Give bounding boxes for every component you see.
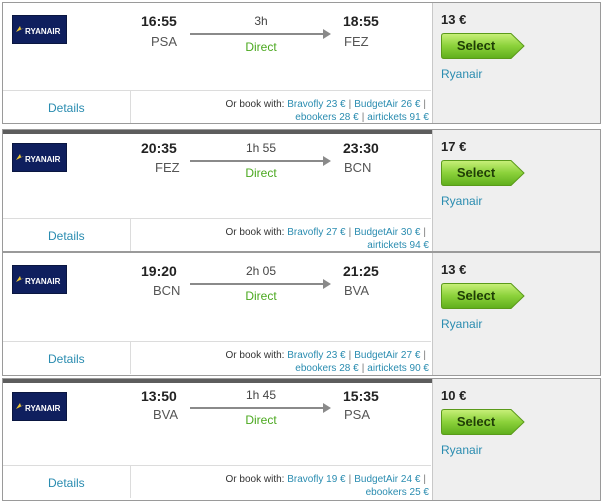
price-panel: 17 € Select Ryanair bbox=[432, 130, 600, 251]
select-button-label: Select bbox=[456, 38, 496, 53]
svg-text:RYANAIR: RYANAIR bbox=[25, 277, 61, 286]
other-booking-options: Or book with: Bravofly 27 € | BudgetAir 30… bbox=[225, 227, 429, 251]
flight-duration: 3h bbox=[254, 14, 268, 28]
flight-result-card: RYANAIR 20:35 FEZ 1h 55 Direct 23:30 BCN… bbox=[2, 129, 601, 252]
flight-result-card: RYANAIR 19:20 BCN 2h 05 Direct 21:25 BVA… bbox=[2, 252, 601, 376]
arrival-airport-code: PSA bbox=[344, 407, 371, 422]
ebookers-link[interactable]: ebookers 25 € bbox=[366, 487, 429, 498]
bravofly-link[interactable]: Bravofly 27 € bbox=[287, 227, 345, 238]
airtickets-link[interactable]: airtickets 94 € bbox=[367, 240, 429, 251]
svg-text:RYANAIR: RYANAIR bbox=[25, 404, 61, 413]
departure-airport-code: PSA bbox=[151, 34, 178, 49]
flight-duration: 1h 55 bbox=[245, 141, 277, 155]
select-button-label: Select bbox=[456, 165, 496, 180]
details-link[interactable]: Details bbox=[48, 229, 85, 243]
departure-airport-code: BCN bbox=[153, 283, 181, 298]
budgetair-link[interactable]: BudgetAir 26 € bbox=[354, 99, 420, 110]
other-booking-options: Or book with: Bravofly 23 € | BudgetAir 27… bbox=[225, 350, 429, 374]
arrival-airport-code: BVA bbox=[344, 283, 370, 298]
select-button-label: Select bbox=[456, 414, 496, 429]
other-booking-options: Or book with: Bravofly 23 € | BudgetAir 26… bbox=[225, 99, 429, 123]
bravofly-link[interactable]: Bravofly 23 € bbox=[287, 99, 345, 110]
airline-link[interactable]: Ryanair bbox=[441, 317, 482, 331]
details-link[interactable]: Details bbox=[48, 352, 85, 366]
arrival-time: 23:30 bbox=[343, 140, 379, 156]
departure-time: 16:55 bbox=[141, 13, 177, 29]
flight-result-card: RYANAIR 16:55 PSA 3h Direct 18:55 FEZ De… bbox=[2, 2, 601, 124]
airline-link[interactable]: Ryanair bbox=[441, 67, 482, 81]
or-book-with-label: Or book with: bbox=[225, 99, 285, 110]
details-link[interactable]: Details bbox=[48, 101, 85, 115]
details-link[interactable]: Details bbox=[48, 476, 85, 490]
price: 13 € bbox=[441, 262, 467, 277]
bravofly-link[interactable]: Bravofly 23 € bbox=[287, 350, 345, 361]
price: 10 € bbox=[441, 388, 467, 403]
route-arrow-icon bbox=[190, 29, 331, 39]
arrival-airport-code: FEZ bbox=[344, 34, 369, 49]
departure-time: 13:50 bbox=[141, 388, 177, 404]
budgetair-link[interactable]: BudgetAir 27 € bbox=[354, 350, 420, 361]
svg-text:RYANAIR: RYANAIR bbox=[25, 27, 61, 36]
flight-duration: 1h 45 bbox=[245, 388, 277, 402]
stops-label: Direct bbox=[245, 166, 277, 180]
departure-time: 20:35 bbox=[141, 140, 177, 156]
arrival-time: 18:55 bbox=[343, 13, 379, 29]
price-panel: 13 € Select Ryanair bbox=[432, 3, 600, 123]
arrival-airport-code: BCN bbox=[344, 160, 372, 175]
bravofly-link[interactable]: Bravofly 19 € bbox=[287, 474, 345, 485]
ryanair-logo: RYANAIR bbox=[12, 265, 67, 294]
select-button[interactable]: Select bbox=[441, 283, 525, 309]
flight-duration: 2h 05 bbox=[245, 264, 277, 278]
price-panel: 13 € Select Ryanair bbox=[432, 253, 600, 375]
airline-link[interactable]: Ryanair bbox=[441, 194, 482, 208]
budgetair-link[interactable]: BudgetAir 24 € bbox=[354, 474, 420, 485]
arrival-time: 21:25 bbox=[343, 263, 379, 279]
row-divider bbox=[3, 90, 431, 91]
or-book-with-label: Or book with: bbox=[225, 227, 285, 238]
flight-result-card: RYANAIR 13:50 BVA 1h 45 Direct 15:35 PSA… bbox=[2, 378, 601, 501]
row-divider bbox=[3, 218, 431, 219]
or-book-with-label: Or book with: bbox=[225, 350, 285, 361]
stops-label: Direct bbox=[245, 40, 277, 54]
ryanair-logo: RYANAIR bbox=[12, 15, 67, 44]
airline-link[interactable]: Ryanair bbox=[441, 443, 482, 457]
stops-label: Direct bbox=[245, 289, 277, 303]
stops-label: Direct bbox=[245, 413, 277, 427]
or-book-with-label: Or book with: bbox=[225, 474, 285, 485]
price: 13 € bbox=[441, 12, 467, 27]
budgetair-link[interactable]: BudgetAir 30 € bbox=[354, 227, 420, 238]
arrival-time: 15:35 bbox=[343, 388, 379, 404]
departure-time: 19:20 bbox=[141, 263, 177, 279]
row-divider bbox=[3, 465, 431, 466]
svg-text:RYANAIR: RYANAIR bbox=[25, 155, 61, 164]
airtickets-link[interactable]: airtickets 91 € bbox=[367, 112, 429, 123]
ebookers-link[interactable]: ebookers 28 € bbox=[295, 363, 358, 374]
ryanair-logo: RYANAIR bbox=[12, 143, 67, 172]
select-button[interactable]: Select bbox=[441, 33, 525, 59]
other-booking-options: Or book with: Bravofly 19 € | BudgetAir 24… bbox=[225, 474, 429, 498]
price: 17 € bbox=[441, 139, 467, 154]
select-button[interactable]: Select bbox=[441, 409, 525, 435]
select-button[interactable]: Select bbox=[441, 160, 525, 186]
ebookers-link[interactable]: ebookers 28 € bbox=[295, 112, 358, 123]
select-button-label: Select bbox=[456, 288, 496, 303]
departure-airport-code: BVA bbox=[153, 407, 179, 422]
departure-airport-code: FEZ bbox=[155, 160, 180, 175]
row-divider bbox=[3, 341, 431, 342]
ryanair-logo: RYANAIR bbox=[12, 392, 67, 421]
airtickets-link[interactable]: airtickets 90 € bbox=[367, 363, 429, 374]
price-panel: 10 € Select Ryanair bbox=[432, 379, 600, 500]
